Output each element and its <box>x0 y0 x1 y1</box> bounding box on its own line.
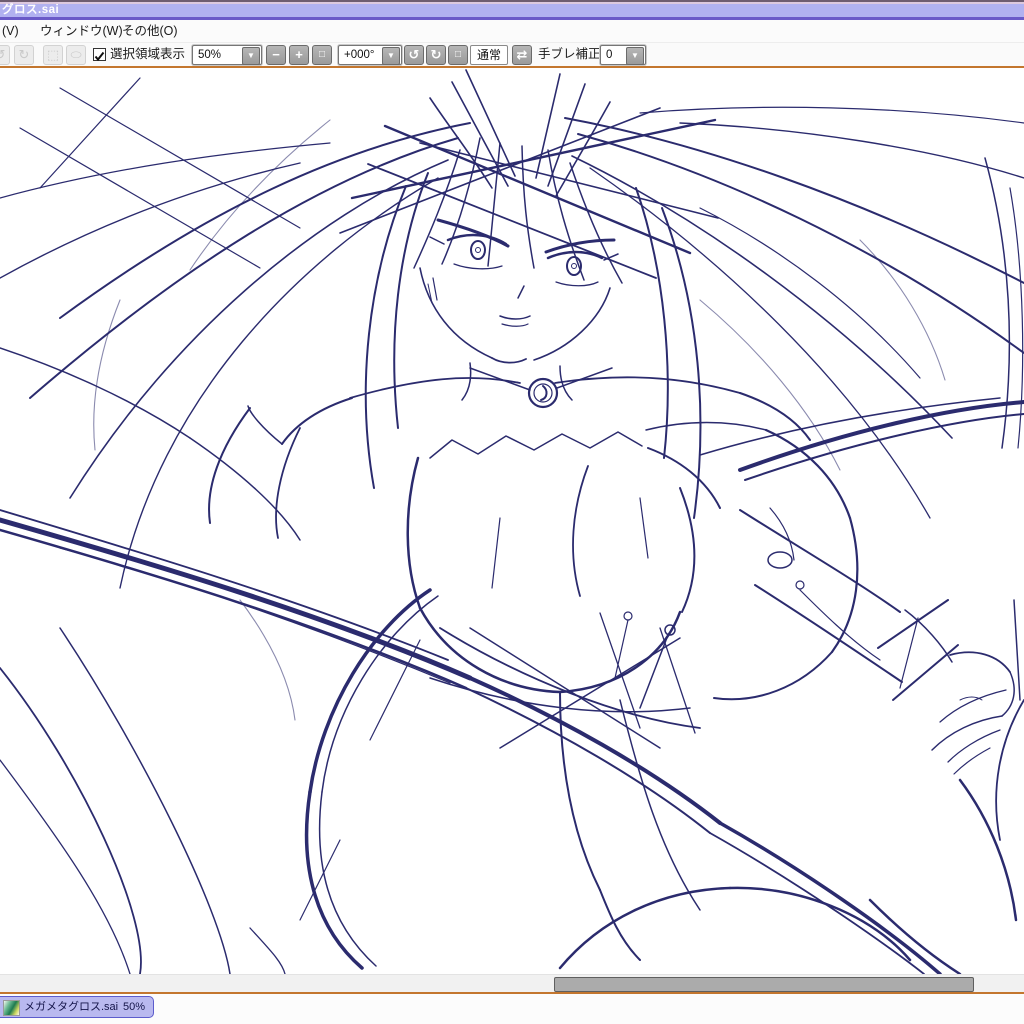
zoom-value: 50% <box>198 49 222 61</box>
zoom-out-icon: − <box>272 47 280 62</box>
chevron-down-icon: ▼ <box>631 51 639 60</box>
undo-button[interactable]: ↺ <box>0 45 10 65</box>
zoom-in-button[interactable]: + <box>289 45 309 65</box>
rotate-cw-icon: ↻ <box>430 47 442 62</box>
ellipse-selection-button[interactable]: ⬭ <box>66 45 86 65</box>
sai-application-window: グロス.sai (V) ウィンドウ(W) その他(O) ↺ ↻ ⬚ ⬭ 選択領域… <box>0 0 1024 1024</box>
menu-view[interactable]: (V) <box>2 20 19 42</box>
zoom-out-button[interactable]: − <box>266 45 286 65</box>
rotate-ccw-button[interactable]: ↺ <box>404 45 424 65</box>
checkmark-icon <box>94 51 105 62</box>
rotate-reset-icon: □ <box>454 49 462 60</box>
rotate-reset-button[interactable]: □ <box>448 45 468 65</box>
menu-window[interactable]: ウィンドウ(W) <box>40 20 123 42</box>
angle-dropdown-button[interactable]: ▼ <box>382 47 400 65</box>
blend-mode-button[interactable]: 通常 <box>470 45 508 65</box>
angle-value: +000° <box>344 49 375 61</box>
stabilizer-combobox[interactable]: 0 ▼ <box>600 45 646 65</box>
menubar: (V) ウィンドウ(W) その他(O) <box>0 20 1024 43</box>
transform-selection-icon: ⬚ <box>46 47 60 62</box>
angle-combobox[interactable]: +000° ▼ <box>338 45 402 65</box>
zoom-combobox[interactable]: 50% ▼ <box>192 45 262 65</box>
window-title: グロス.sai <box>2 4 60 16</box>
horizontal-scrollbar[interactable] <box>0 974 1024 992</box>
document-tab-zoom: 50% <box>122 1001 145 1013</box>
undo-icon: ↺ <box>0 47 5 62</box>
zoom-reset-icon: □ <box>318 49 326 60</box>
redo-button[interactable]: ↻ <box>14 45 34 65</box>
chevron-down-icon: ▼ <box>247 51 255 60</box>
blend-mode-label: 通常 <box>476 48 501 62</box>
drawing-canvas[interactable] <box>0 68 1024 974</box>
document-thumbnail-icon <box>3 1000 20 1016</box>
stabilizer-value: 0 <box>606 49 613 61</box>
flip-horizontal-icon: ⇄ <box>516 47 528 62</box>
document-tab-name: メガメタグロス.sai <box>24 1001 119 1013</box>
titlebar[interactable]: グロス.sai <box>0 4 1024 17</box>
sketch-drawing <box>0 69 1024 974</box>
redo-icon: ↻ <box>18 47 30 62</box>
chevron-down-icon: ▼ <box>387 51 395 60</box>
zoom-reset-button[interactable]: □ <box>312 45 332 65</box>
selection-area-checkbox[interactable] <box>93 48 106 62</box>
stabilizer-dropdown-button[interactable]: ▼ <box>626 47 644 65</box>
menu-others[interactable]: その他(O) <box>122 20 178 42</box>
document-tab[interactable]: メガメタグロス.sai 50% <box>0 996 154 1018</box>
toolbar: ↺ ↻ ⬚ ⬭ 選択領域表示 50% ▼ − + □ <box>0 43 1024 66</box>
statusbar: メガメタグロス.sai 50% <box>0 994 1024 1024</box>
rotate-cw-button[interactable]: ↻ <box>426 45 446 65</box>
zoom-in-icon: + <box>295 47 303 62</box>
transform-selection-button[interactable]: ⬚ <box>43 45 63 65</box>
selection-area-label: 選択領域表示 <box>110 47 186 61</box>
rotate-ccw-icon: ↺ <box>408 47 420 62</box>
stabilizer-label: 手ブレ補正 <box>538 47 601 61</box>
flip-horizontal-button[interactable]: ⇄ <box>512 45 532 65</box>
horizontal-scrollbar-thumb[interactable] <box>554 977 974 992</box>
ellipse-selection-icon: ⬭ <box>70 47 82 62</box>
zoom-dropdown-button[interactable]: ▼ <box>242 47 260 65</box>
